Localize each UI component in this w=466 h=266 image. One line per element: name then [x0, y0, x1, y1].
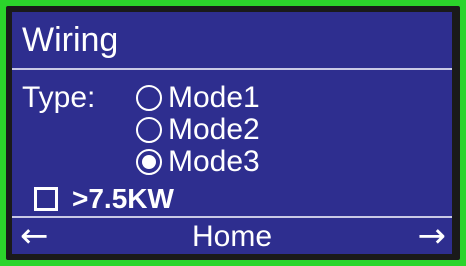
radio-label: Mode3	[168, 145, 260, 178]
radio-label: Mode1	[168, 81, 260, 114]
radio-selected-icon[interactable]	[136, 149, 162, 175]
type-label: Type:	[22, 81, 96, 114]
power-checkbox-label: >7.5KW	[72, 183, 174, 214]
header-divider	[12, 68, 452, 70]
home-button[interactable]: Home	[12, 220, 452, 254]
display-screen: Wiring Type: Mode1 Mode2 Mode3 >7.5KW ← …	[10, 10, 454, 256]
power-checkbox-row[interactable]: >7.5KW	[34, 183, 174, 214]
checkbox-icon[interactable]	[34, 187, 58, 211]
radio-label: Mode2	[168, 113, 260, 146]
arrow-right-icon[interactable]: →	[418, 218, 447, 254]
radio-option-mode2[interactable]: Mode2	[136, 114, 260, 146]
page-title: Wiring	[22, 21, 119, 59]
footer-bar: ← Home →	[12, 218, 452, 256]
radio-unselected-icon[interactable]	[136, 117, 162, 143]
radio-option-mode3[interactable]: Mode3	[136, 146, 260, 178]
radio-unselected-icon[interactable]	[136, 85, 162, 111]
radio-option-mode1[interactable]: Mode1	[136, 82, 260, 114]
